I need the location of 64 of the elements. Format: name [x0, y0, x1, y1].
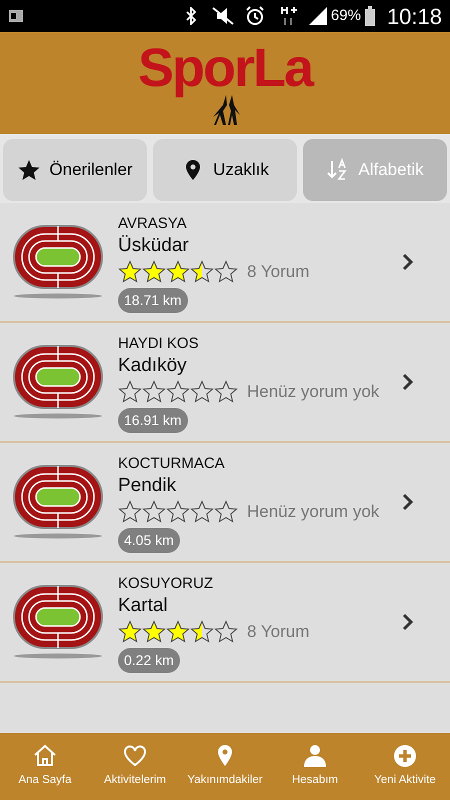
rating-star-icon	[118, 620, 142, 644]
nav-tab[interactable]: Ana Sayfa	[0, 743, 90, 790]
rating-star-icon	[142, 380, 166, 404]
sort-tab[interactable]: Uzaklık	[153, 139, 297, 201]
rating-star-icon	[190, 260, 214, 284]
nav-tab[interactable]: Yakınımdakiler	[180, 743, 270, 790]
chevron-right-icon[interactable]	[402, 253, 414, 271]
rating-star-icon	[190, 500, 214, 524]
rating-star-icon	[118, 260, 142, 284]
place-name: AVRASYA	[118, 215, 188, 234]
rating-star-icon	[166, 380, 190, 404]
running-track-icon	[12, 344, 104, 420]
place-name: KOCTURMACA	[118, 455, 226, 474]
district-name: Kadıköy	[118, 354, 188, 378]
sort-tab[interactable]: Önerilenler	[3, 139, 147, 201]
rating-star-icon	[214, 620, 238, 644]
district-name: Kartal	[118, 594, 169, 618]
nav-tab[interactable]: Hesabım	[270, 743, 360, 790]
running-track-icon	[12, 464, 104, 540]
battery-percent: 69%	[330, 6, 361, 26]
user-icon	[302, 743, 328, 770]
distance-badge: 4.05 km	[118, 528, 180, 553]
rating-star-icon	[118, 500, 142, 524]
rating-star-icon	[142, 500, 166, 524]
rating-star-icon	[166, 620, 190, 644]
network-type-icon	[280, 6, 297, 26]
rating-star-icon	[190, 620, 214, 644]
signal-icon	[308, 7, 327, 25]
chevron-right-icon[interactable]	[402, 373, 414, 391]
place-name: HAYDI KOS	[118, 335, 200, 354]
bluetooth-icon	[184, 7, 197, 25]
distance-badge: 0.22 km	[118, 648, 180, 673]
rating-star-icon	[214, 380, 238, 404]
chevron-right-icon[interactable]	[402, 613, 414, 631]
review-count: 8 Yorum	[247, 621, 310, 644]
rating-star-icon	[142, 260, 166, 284]
rating-star-icon	[166, 500, 190, 524]
review-count: Henüz yorum yok	[247, 501, 380, 524]
alarm-icon	[244, 6, 265, 26]
star-icon	[17, 158, 42, 182]
nav-tab[interactable]: Aktivitelerim	[90, 743, 180, 790]
distance-badge: 16.91 km	[118, 408, 188, 433]
mail-app-icon	[8, 9, 24, 23]
district-name: Pendik	[118, 474, 178, 498]
rating-star-icon	[142, 620, 166, 644]
district-name: Üsküdar	[118, 234, 190, 258]
rating-star-icon	[166, 260, 190, 284]
nav-tab[interactable]: Yeni Aktivite	[360, 743, 450, 790]
clock: 10:18	[386, 2, 442, 30]
review-count: 8 Yorum	[247, 261, 310, 284]
sort-tab[interactable]: Alfabetik	[303, 139, 447, 201]
rating-star-icon	[118, 380, 142, 404]
plus-icon	[392, 743, 418, 770]
running-track-icon	[12, 224, 104, 300]
rating-star-icon	[214, 260, 238, 284]
running-track-icon	[12, 584, 104, 660]
battery-icon	[364, 6, 375, 26]
rating-star-icon	[190, 380, 214, 404]
rating-star-icon	[214, 500, 238, 524]
distance-badge: 18.71 km	[118, 288, 188, 313]
app-logo: SporLa	[138, 41, 312, 95]
review-count: Henüz yorum yok	[247, 381, 380, 404]
chevron-right-icon[interactable]	[402, 493, 414, 511]
place-name: KOSUYORUZ	[118, 575, 214, 594]
